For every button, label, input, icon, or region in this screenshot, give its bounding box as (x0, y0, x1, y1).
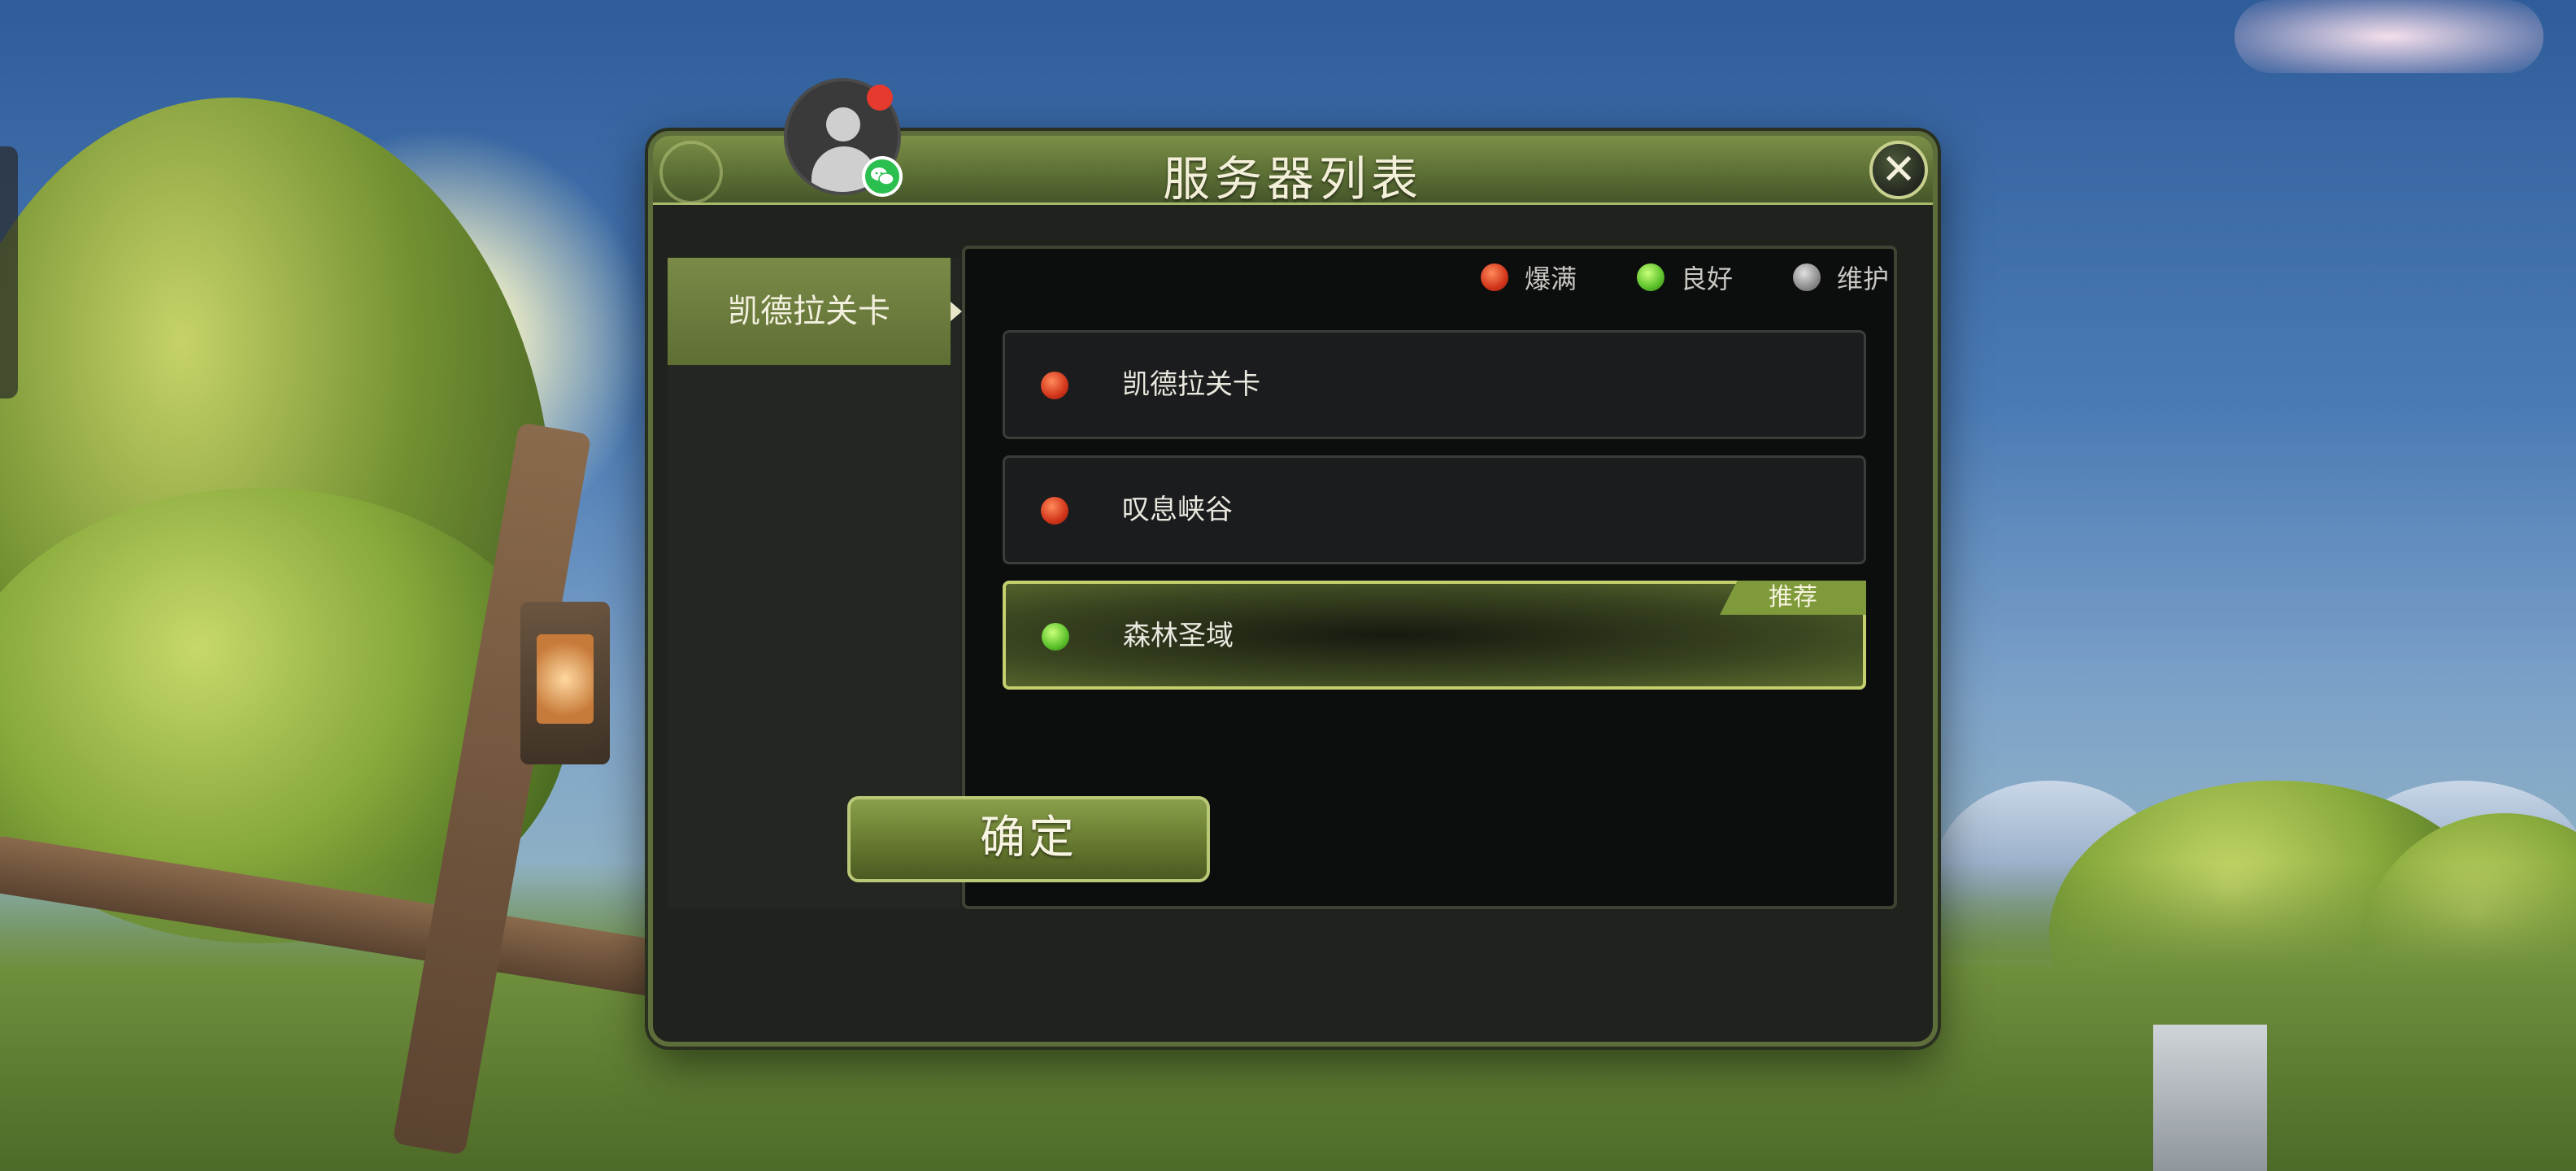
green-status-dot-icon (1636, 263, 1664, 291)
legend-label: 爆满 (1524, 263, 1577, 294)
recommend-badge: 推荐 (1720, 581, 1866, 615)
server-row-selected[interactable]: 森林圣域 推荐 (1003, 581, 1866, 690)
cloud (2234, 0, 2543, 73)
legend-item-maintenance: 维护 (1792, 259, 1889, 296)
server-name: 凯德拉关卡 (1122, 368, 1260, 401)
legend-label: 良好 (1680, 263, 1733, 294)
server-row[interactable]: 叹息峡谷 (1003, 455, 1866, 564)
red-status-dot-icon (1041, 372, 1068, 399)
server-name: 森林圣域 (1123, 620, 1234, 652)
wechat-glyph-icon (871, 168, 894, 185)
green-status-dot-icon (1042, 623, 1069, 651)
red-status-dot-icon (1041, 497, 1068, 525)
server-list-dialog: 服务器列表 ✕ 凯德拉关卡 爆满 良好 维护 凯德拉关卡 叹息峡谷 森林圣域 推… (648, 131, 1938, 1047)
confirm-button[interactable]: 确定 (847, 796, 1210, 882)
red-status-dot-icon (1480, 263, 1508, 291)
legend-item-good: 良好 (1636, 259, 1733, 296)
wechat-icon (862, 156, 903, 197)
notification-dot-icon (867, 85, 893, 111)
avatar-head (826, 107, 860, 141)
status-legend: 爆满 良好 维护 (1480, 259, 1889, 296)
lantern (520, 602, 610, 764)
server-row[interactable]: 凯德拉关卡 (1003, 330, 1866, 439)
legend-item-full: 爆满 (1480, 259, 1577, 296)
sidebar-item-label: 凯德拉关卡 (728, 293, 890, 330)
close-icon: ✕ (1881, 146, 1917, 194)
sidebar-item-region[interactable]: 凯德拉关卡 (668, 258, 962, 365)
legend-label: 维护 (1836, 263, 1889, 294)
edge-handle[interactable] (0, 146, 18, 398)
server-name: 叹息峡谷 (1122, 494, 1233, 526)
stone-tower (2153, 1025, 2267, 1171)
gray-status-dot-icon (1792, 263, 1821, 291)
close-button[interactable]: ✕ (1869, 141, 1928, 199)
